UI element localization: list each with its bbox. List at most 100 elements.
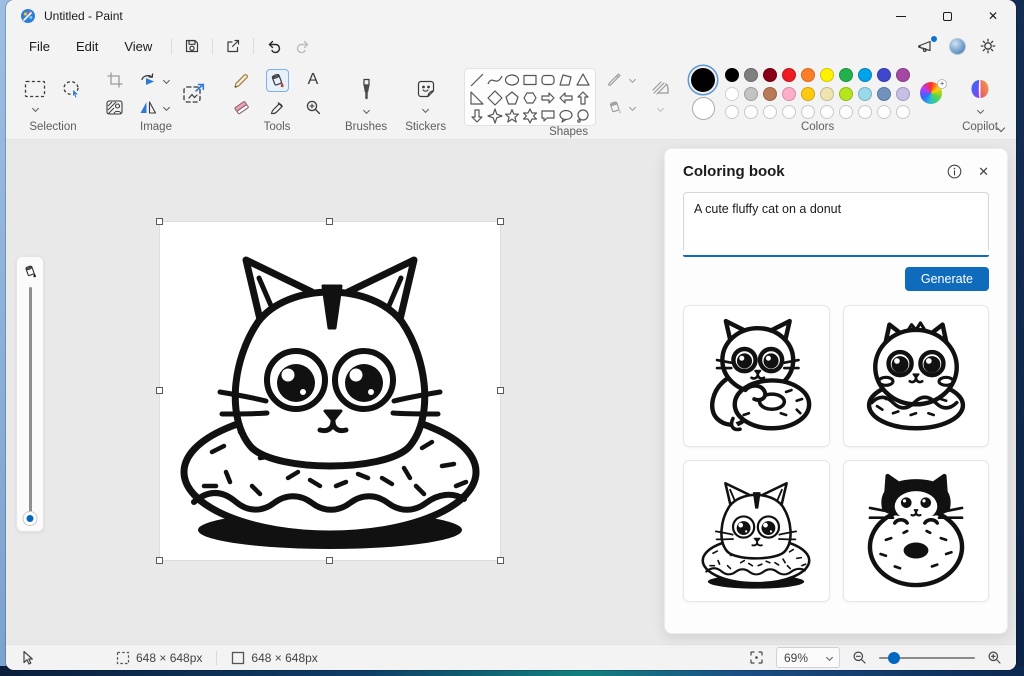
edit-colors-button[interactable]: + [920,78,948,106]
zoom-level-dropdown[interactable]: 69% [776,647,840,668]
fit-to-screen-icon[interactable] [749,650,764,665]
shape-ellipse-icon[interactable] [504,71,522,89]
slider-thumb[interactable] [23,512,37,525]
shape-hexagon-icon[interactable] [521,89,539,107]
eraser-tool-button[interactable] [230,96,253,119]
custom-color-slot[interactable] [744,105,759,119]
shape-rectangle-icon[interactable] [521,71,539,89]
shape-star-five-icon[interactable] [504,107,522,125]
shape-line-icon[interactable] [468,71,486,89]
palette-color-swatch[interactable] [858,68,873,82]
pencil-tool-button[interactable] [230,69,253,92]
selection-handle-ne[interactable] [497,218,504,225]
shape-arrow-down-icon[interactable] [468,107,486,125]
close-button[interactable]: ✕ [970,0,1016,32]
shape-style-chevron[interactable] [656,104,664,113]
result-thumbnail-3[interactable] [683,460,830,602]
custom-color-slot[interactable] [896,105,911,119]
custom-color-slot[interactable] [801,105,816,119]
fill-tool-button[interactable] [265,68,289,92]
zoom-slider-thumb[interactable] [888,651,901,664]
foreground-color-swatch[interactable] [691,67,716,92]
flip-dropdown-chevron[interactable] [162,103,171,112]
palette-color-swatch[interactable] [744,68,759,82]
selection-handle-se[interactable] [497,557,504,564]
stickers-dropdown-chevron[interactable] [422,105,430,113]
zoom-in-icon[interactable] [987,650,1002,665]
copilot-button[interactable] [966,75,994,103]
magnifier-tool-button[interactable] [302,96,325,119]
shape-style-button[interactable] [647,76,673,100]
selection-handle-e[interactable] [497,387,504,394]
fill-tolerance-slider[interactable] [23,287,37,525]
panel-close-icon[interactable]: ✕ [978,164,989,180]
shape-curve-icon[interactable] [486,71,504,89]
crop-button[interactable] [103,69,126,91]
menu-view[interactable]: View [111,36,165,57]
selection-dropdown-chevron[interactable] [31,104,39,112]
brushes-dropdown-chevron[interactable] [362,106,370,114]
palette-color-swatch[interactable] [820,68,835,82]
palette-color-swatch[interactable] [839,68,854,82]
shape-polygon-icon[interactable] [557,71,575,89]
canvas-selection[interactable] [156,218,504,564]
palette-color-swatch[interactable] [896,68,911,82]
selection-handle-sw[interactable] [156,557,163,564]
palette-color-swatch[interactable] [782,86,797,101]
shape-star-six-icon[interactable] [521,107,539,125]
flip-button[interactable] [136,97,160,118]
selection-handle-w[interactable] [156,387,163,394]
text-tool-button[interactable]: A [305,68,322,92]
shape-pentagon-icon[interactable] [504,89,522,107]
prompt-input[interactable]: A cute fluffy cat on a donut [683,192,989,250]
shape-arrow-right-icon[interactable] [539,89,557,107]
result-thumbnail-2[interactable] [842,305,989,447]
shape-rounded-rectangle-icon[interactable] [539,71,557,89]
color-picker-tool-button[interactable] [266,96,289,119]
remove-background-button[interactable] [103,97,126,118]
shape-diamond-icon[interactable] [486,89,504,107]
custom-color-slot[interactable] [782,105,797,119]
result-thumbnail-4[interactable] [842,460,989,602]
custom-color-slot[interactable] [839,105,854,119]
shape-speech-rounded-icon[interactable] [539,107,557,125]
free-select-button[interactable] [59,76,85,102]
resize-image-button[interactable] [179,80,209,108]
palette-color-swatch[interactable] [877,68,892,82]
shape-star-four-icon[interactable] [486,107,504,125]
shape-arrow-left-icon[interactable] [557,89,575,107]
shape-arrow-up-icon[interactable] [574,89,592,107]
custom-color-slot[interactable] [725,105,740,119]
background-color-swatch[interactable] [691,96,715,120]
info-icon[interactable] [947,164,962,179]
selection-handle-s[interactable] [326,557,333,564]
palette-color-swatch[interactable] [858,86,873,101]
custom-color-slot[interactable] [877,105,892,119]
copilot-dropdown-chevron[interactable] [976,106,984,114]
zoom-out-icon[interactable] [852,650,867,665]
palette-color-swatch[interactable] [801,86,816,101]
palette-color-swatch[interactable] [763,68,778,82]
custom-color-slot[interactable] [820,105,835,119]
shape-arc-icon[interactable] [468,125,486,126]
palette-color-swatch[interactable] [744,86,759,101]
save-button[interactable] [178,35,206,57]
redo-button[interactable] [288,35,316,57]
result-thumbnail-1[interactable] [683,305,830,447]
drawing-canvas[interactable] [160,222,500,560]
share-button[interactable] [219,35,247,57]
zoom-slider[interactable] [879,651,975,665]
shape-outline-chevron[interactable] [629,75,637,83]
feedback-button[interactable] [917,36,937,54]
shape-fill-button[interactable] [604,96,626,118]
selection-handle-n[interactable] [326,218,333,225]
account-avatar[interactable] [949,37,966,55]
shape-triangle-icon[interactable] [574,71,592,89]
stickers-button[interactable] [413,76,439,102]
palette-color-swatch[interactable] [763,86,778,101]
palette-color-swatch[interactable] [725,86,740,101]
menu-edit[interactable]: Edit [63,36,111,57]
shape-heart-icon[interactable] [486,125,504,126]
selection-handle-nw[interactable] [156,218,163,225]
shape-speech-oval-icon[interactable] [557,107,575,125]
